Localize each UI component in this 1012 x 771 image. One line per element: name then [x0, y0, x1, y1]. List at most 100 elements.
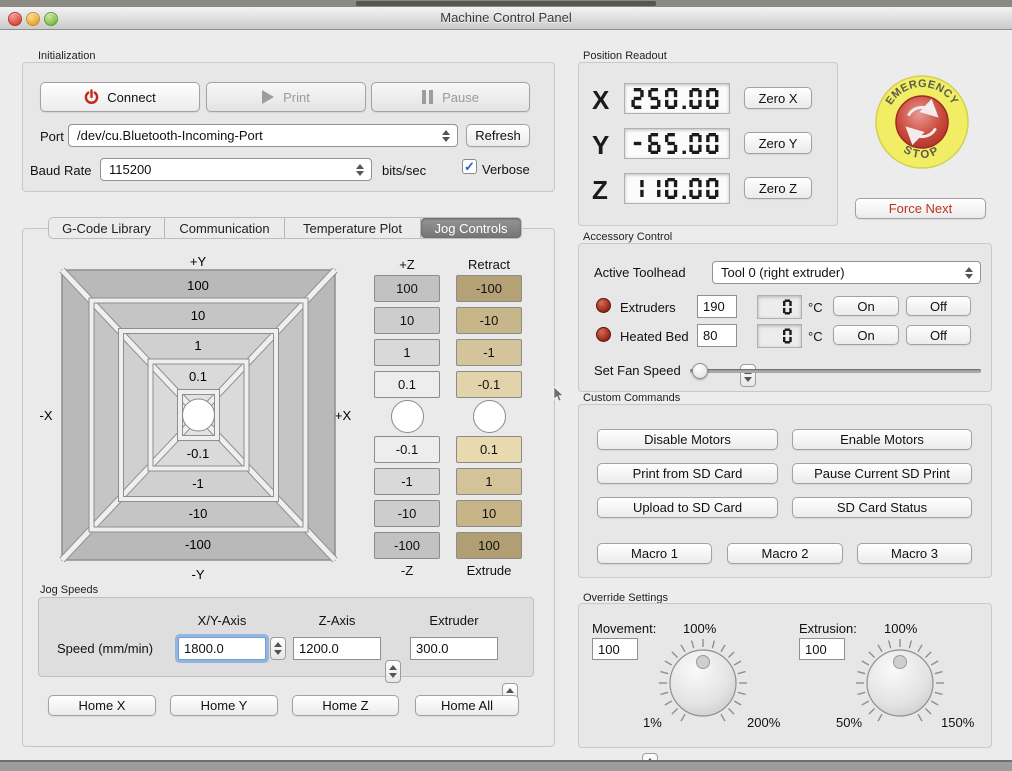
print-from-sd-card-button[interactable]: Print from SD Card — [597, 463, 778, 484]
connect-button[interactable]: Connect — [40, 82, 200, 112]
home-x-button[interactable]: Home X — [48, 695, 156, 716]
port-dropdown[interactable]: /dev/cu.Bluetooth-Incoming-Port — [68, 124, 458, 147]
movement-input[interactable]: 100 — [592, 638, 638, 660]
fan-speed-slider-track[interactable] — [690, 369, 981, 373]
jog-z-zero-button[interactable] — [391, 400, 424, 433]
z-speed-stepper[interactable] — [385, 660, 401, 683]
extrusion-knob[interactable] — [850, 633, 950, 733]
movement-knob[interactable] — [653, 633, 753, 733]
home-z-button[interactable]: Home Z — [292, 695, 399, 716]
home-x-label: Home X — [79, 698, 126, 713]
heated-bed-setpoint-value: 80 — [703, 328, 717, 343]
home-all-button[interactable]: Home All — [415, 695, 519, 716]
extrude-button[interactable]: 0.1 — [456, 436, 522, 463]
jog-pad-center-button[interactable] — [183, 399, 215, 431]
retract-button[interactable]: -100 — [456, 275, 522, 302]
baud-units-label: bits/sec — [382, 163, 426, 178]
jog-step-label[interactable]: -100 — [185, 537, 211, 552]
zero-z-button[interactable]: Zero Z — [744, 177, 812, 199]
tab-communication[interactable]: Communication — [165, 218, 285, 238]
force-next-button[interactable]: Force Next — [855, 198, 986, 219]
extruder-header: Extruder — [410, 613, 498, 628]
jog-z-button[interactable]: -100 — [374, 532, 440, 559]
extruders-on-button[interactable]: On — [833, 296, 899, 316]
heated-bed-on-button[interactable]: On — [833, 325, 899, 345]
jog-z-button[interactable]: 0.1 — [374, 371, 440, 398]
pause-button[interactable]: Pause — [371, 82, 530, 112]
z-speed-value: 1200.0 — [299, 641, 339, 656]
jog-z-button[interactable]: 1 — [374, 339, 440, 366]
macro-1-button[interactable]: Macro 1 — [597, 543, 712, 564]
active-toolhead-dropdown[interactable]: Tool 0 (right extruder) — [712, 261, 981, 284]
extrusion-input[interactable]: 100 — [799, 638, 845, 660]
tab-jog-controls[interactable]: Jog Controls — [421, 218, 521, 238]
z-position-lcd — [624, 173, 730, 204]
extruders-setpoint-input[interactable]: 190 — [697, 295, 737, 318]
jog-z-button[interactable]: -10 — [374, 500, 440, 527]
jog-step-label[interactable]: 1 — [194, 338, 201, 353]
background-window-clipped-text — [356, 1, 656, 6]
enable-motors-button[interactable]: Enable Motors — [792, 429, 972, 450]
xy-speed-input[interactable]: 1800.0 — [178, 637, 266, 660]
extruder-speed-input[interactable]: 300.0 — [410, 637, 498, 660]
zero-x-button[interactable]: Zero X — [744, 87, 812, 109]
tab-temperature-plot[interactable]: Temperature Plot — [285, 218, 421, 238]
extrusion-value: 100 — [805, 642, 827, 657]
print-button[interactable]: Print — [206, 82, 366, 112]
verbose-checkbox[interactable]: ✓ — [462, 159, 477, 174]
extruders-off-button[interactable]: Off — [906, 296, 971, 316]
mouse-cursor — [553, 387, 565, 403]
tab-gcode-library[interactable]: G-Code Library — [49, 218, 165, 238]
x-position-digits — [625, 84, 729, 113]
xy-jog-pad[interactable]: +Y -Y -X +X 100 10 1 0.1 -0.1 -1 -10 -10… — [36, 250, 352, 582]
jog-z-button[interactable]: 100 — [374, 275, 440, 302]
port-dropdown-value: /dev/cu.Bluetooth-Incoming-Port — [77, 128, 263, 143]
jog-z-button[interactable]: 10 — [374, 307, 440, 334]
extrude-button[interactable]: 10 — [456, 500, 522, 527]
macro-3-button[interactable]: Macro 3 — [857, 543, 972, 564]
jog-step-label[interactable]: -1 — [192, 476, 204, 491]
baud-rate-dropdown[interactable]: 115200 — [100, 158, 372, 181]
jog-step-label[interactable]: 10 — [191, 308, 205, 323]
retract-button[interactable]: -1 — [456, 339, 522, 366]
heated-bed-off-button[interactable]: Off — [906, 325, 971, 345]
zero-y-label: Zero Y — [759, 136, 798, 151]
zero-x-label: Zero X — [758, 91, 797, 106]
dropdown-arrows-icon — [442, 129, 451, 143]
macro-2-label: Macro 2 — [762, 546, 809, 561]
home-y-button[interactable]: Home Y — [170, 695, 278, 716]
extrude-button[interactable]: 100 — [456, 532, 522, 559]
port-label: Port — [40, 129, 64, 144]
sd-card-status-button[interactable]: SD Card Status — [792, 497, 972, 518]
refresh-button[interactable]: Refresh — [466, 124, 530, 147]
z-speed-input[interactable]: 1200.0 — [293, 637, 381, 660]
extruder-speed-value: 300.0 — [416, 641, 449, 656]
jog-step-label[interactable]: -0.1 — [187, 446, 209, 461]
jog-step-label[interactable]: 100 — [187, 278, 209, 293]
extrusion-label: Extrusion: — [799, 621, 857, 636]
extruder-zero-button[interactable] — [473, 400, 506, 433]
zero-y-button[interactable]: Zero Y — [744, 132, 812, 154]
jog-z-button[interactable]: -1 — [374, 468, 440, 495]
retract-button[interactable]: -0.1 — [456, 371, 522, 398]
fan-speed-slider-thumb[interactable] — [692, 363, 708, 379]
pause-icon — [422, 90, 433, 104]
movement-value: 100 — [598, 642, 620, 657]
heated-bed-setpoint-input[interactable]: 80 — [697, 324, 737, 347]
extruders-setpoint-stepper[interactable] — [740, 364, 756, 387]
upload-to-sd-card-button[interactable]: Upload to SD Card — [597, 497, 778, 518]
emergency-stop-button[interactable]: EMERGENCY STOP — [874, 74, 970, 170]
macro-2-button[interactable]: Macro 2 — [727, 543, 843, 564]
jog-step-label[interactable]: -10 — [189, 506, 208, 521]
upload-to-sd-card-label: Upload to SD Card — [633, 500, 742, 515]
jog-z-button[interactable]: -0.1 — [374, 436, 440, 463]
dropdown-arrows-icon — [965, 266, 974, 280]
xy-speed-stepper[interactable] — [270, 637, 286, 660]
z-position-digits — [625, 174, 729, 203]
emergency-red-button[interactable] — [896, 96, 948, 148]
pause-current-sd-print-button[interactable]: Pause Current SD Print — [792, 463, 972, 484]
disable-motors-button[interactable]: Disable Motors — [597, 429, 778, 450]
retract-button[interactable]: -10 — [456, 307, 522, 334]
extrude-button[interactable]: 1 — [456, 468, 522, 495]
jog-step-label[interactable]: 0.1 — [189, 369, 207, 384]
